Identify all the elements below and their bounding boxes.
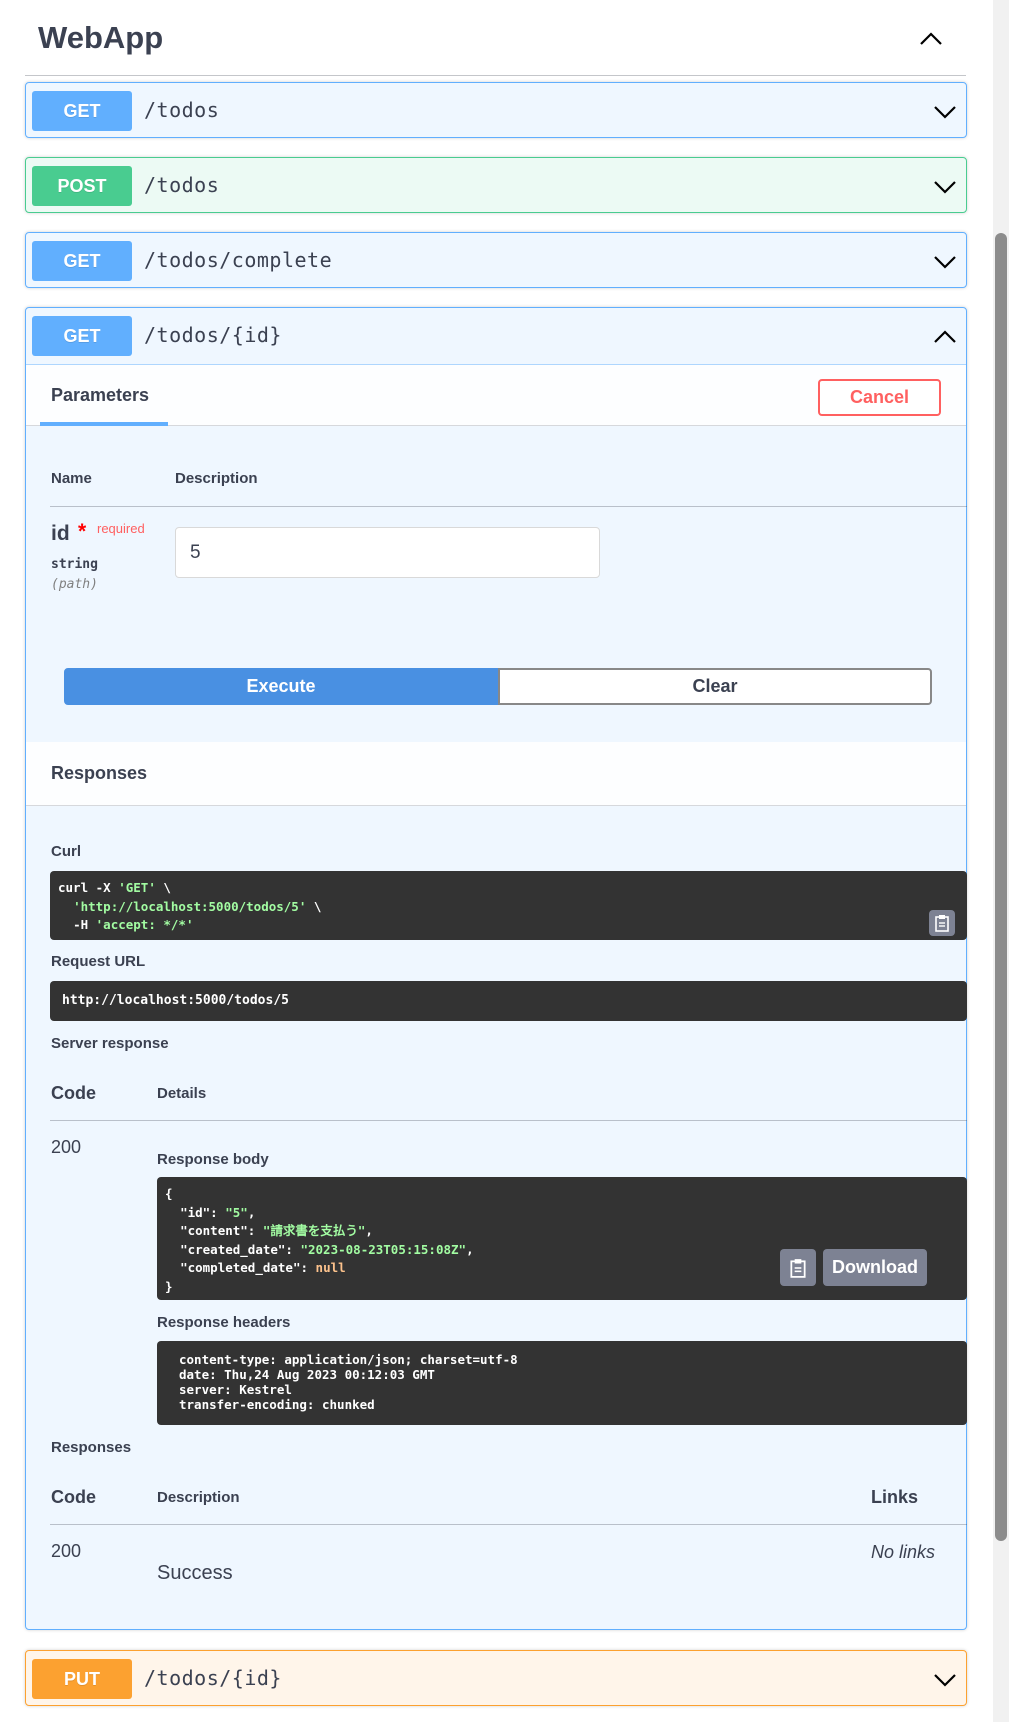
id-input[interactable]: 5 xyxy=(175,527,600,578)
opblock-summary[interactable]: GET /todos/complete xyxy=(26,233,966,289)
request-url[interactable]: http://localhost:5000/todos/5 xyxy=(50,981,967,1021)
server-response-label: Server response xyxy=(51,1035,169,1052)
endpoint-path: /todos/complete xyxy=(144,248,333,272)
response-links: No links xyxy=(871,1542,936,1562)
active-tab-indicator xyxy=(40,422,168,426)
cancel-button[interactable]: Cancel xyxy=(818,379,941,416)
response-code: 200 xyxy=(51,1137,82,1157)
chevron-down-icon[interactable] xyxy=(932,174,958,200)
chevron-down-icon[interactable] xyxy=(932,99,958,125)
opblock-summary[interactable]: GET /todos/{id} xyxy=(26,308,966,364)
method-badge: GET xyxy=(32,316,132,356)
description-header: Description xyxy=(157,1489,240,1506)
divider xyxy=(50,1524,967,1525)
param-type: string xyxy=(51,557,98,572)
clipboard-icon xyxy=(790,1258,806,1278)
responses-label: Responses xyxy=(51,1439,132,1456)
method-badge: PUT xyxy=(32,1659,132,1699)
chevron-up-icon[interactable] xyxy=(914,22,948,56)
response-headers[interactable]: content-type: application/json; charset=… xyxy=(157,1341,967,1425)
copy-response-button[interactable] xyxy=(780,1249,816,1286)
param-name: id xyxy=(51,522,70,545)
clipboard-icon xyxy=(935,915,949,932)
opblock-get-todos-complete[interactable]: GET /todos/complete xyxy=(25,232,967,288)
response-headers-label: Response headers xyxy=(157,1314,291,1331)
param-description-header: Description xyxy=(175,470,258,487)
opblock-put-todo-by-id[interactable]: PUT /todos/{id} xyxy=(25,1650,967,1706)
opblock-get-todo-by-id: GET /todos/{id} Parameters Cancel Name D… xyxy=(25,307,967,1630)
endpoint-path: /todos xyxy=(144,98,220,122)
method-badge: GET xyxy=(32,91,132,131)
opblock-summary[interactable]: POST /todos xyxy=(26,158,966,214)
code-header: Code xyxy=(51,1083,96,1103)
curl-label: Curl xyxy=(51,843,81,860)
responses-header: Responses xyxy=(26,742,966,806)
code-header: Code xyxy=(51,1487,96,1507)
param-name-header: Name xyxy=(51,470,92,487)
opblock-summary[interactable]: PUT /todos/{id} xyxy=(26,1651,966,1707)
opblock-post-todos[interactable]: POST /todos xyxy=(25,157,967,213)
response-code: 200 xyxy=(51,1541,82,1561)
endpoint-path: /todos/{id} xyxy=(144,323,282,347)
endpoint-path: /todos/{id} xyxy=(144,1666,282,1690)
param-location: (path) xyxy=(51,577,98,592)
response-body-label: Response body xyxy=(157,1151,269,1168)
chevron-up-icon[interactable] xyxy=(932,324,958,350)
divider xyxy=(50,1120,967,1121)
required-star: * xyxy=(78,520,87,543)
chevron-down-icon[interactable] xyxy=(932,1667,958,1693)
execute-button[interactable]: Execute xyxy=(64,668,498,705)
tab-parameters[interactable]: Parameters xyxy=(51,385,149,406)
tag-title: WebApp xyxy=(38,20,164,55)
curl-command[interactable]: curl -X 'GET' \ 'http://localhost:5000/t… xyxy=(50,871,967,940)
opblock-summary[interactable]: GET /todos xyxy=(26,83,966,139)
responses-heading: Responses xyxy=(51,763,148,783)
required-label: required xyxy=(97,521,145,536)
method-badge: GET xyxy=(32,241,132,281)
links-header: Links xyxy=(871,1487,919,1507)
tag-section-header[interactable]: WebApp xyxy=(25,0,966,76)
request-url-label: Request URL xyxy=(51,953,146,970)
scrollbar-thumb[interactable] xyxy=(995,233,1007,1541)
chevron-down-icon[interactable] xyxy=(932,249,958,275)
copy-curl-button[interactable] xyxy=(929,910,955,936)
endpoint-path: /todos xyxy=(144,173,220,197)
opblock-get-todos[interactable]: GET /todos xyxy=(25,82,967,138)
divider xyxy=(50,506,967,507)
details-header: Details xyxy=(157,1085,207,1102)
clear-button[interactable]: Clear xyxy=(498,668,932,705)
download-button[interactable]: Download xyxy=(823,1249,927,1286)
response-description: Success xyxy=(157,1562,233,1584)
method-badge: POST xyxy=(32,166,132,206)
